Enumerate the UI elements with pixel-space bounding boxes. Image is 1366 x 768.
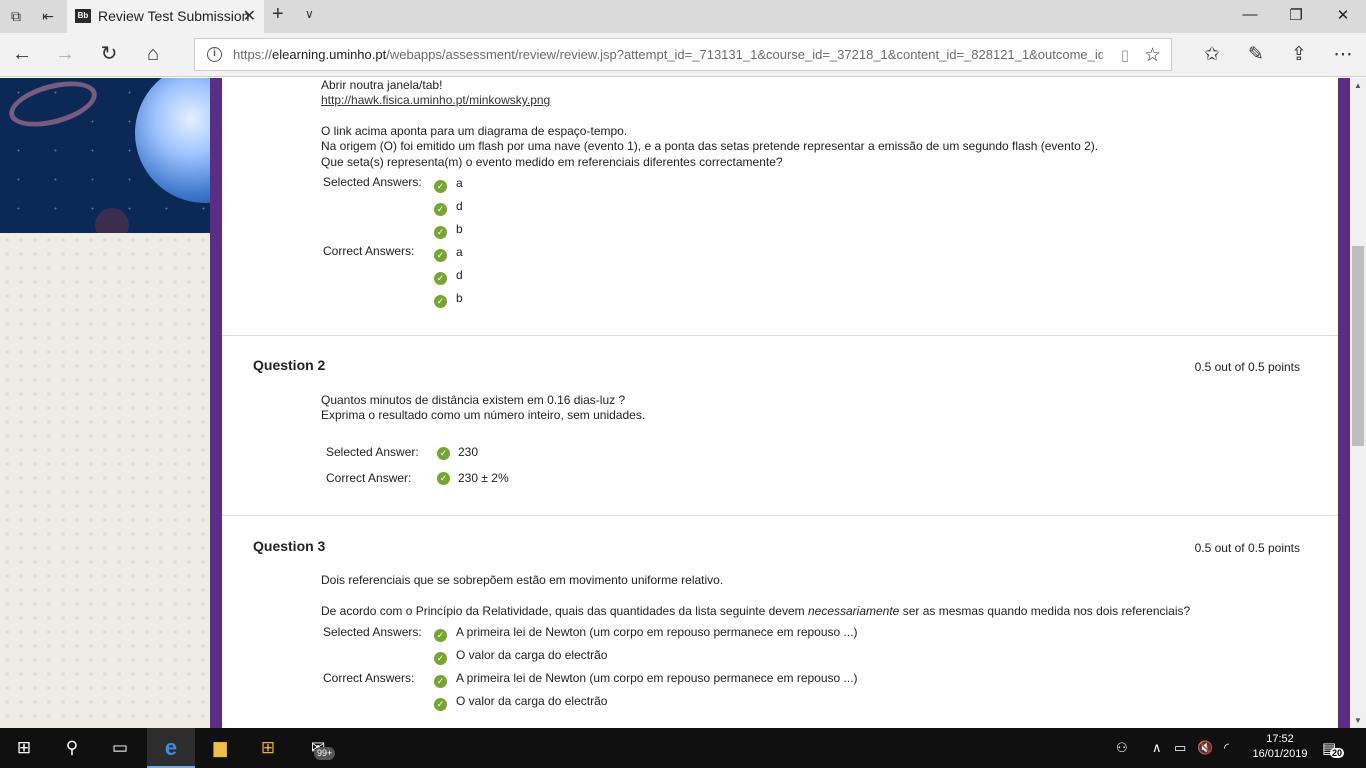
navigation-bar: ← → ↻ ⌂ i https://elearning.uminho.pt/we…	[0, 33, 1366, 77]
check-icon: ✓	[434, 203, 447, 216]
clock-date: 16/01/2019	[1252, 748, 1308, 760]
clock[interactable]: 17:52 16/01/2019	[1250, 732, 1310, 762]
new-tab-icon[interactable]: +	[272, 3, 284, 26]
tab-title: Review Test Submission	[98, 8, 250, 24]
tab-preview-chevron-icon[interactable]: ∨	[305, 7, 314, 21]
favorite-star-icon[interactable]: ☆	[1144, 44, 1161, 67]
close-window-icon[interactable]: ✕	[1333, 6, 1353, 24]
divider	[222, 335, 1338, 336]
q3-selected-answer: O valor da carga do electrão	[456, 648, 608, 662]
q3-selected-label: Selected Answers:	[323, 625, 422, 639]
q3-title: Question 3	[253, 538, 326, 554]
q1-correct-answer: b	[456, 291, 463, 305]
vertical-scrollbar[interactable]: ▲ ▼	[1350, 78, 1366, 728]
q1-selected-label: Selected Answers:	[323, 175, 422, 189]
q3-selected-answer: A primeira lei de Newton (um corpo em re…	[456, 625, 858, 639]
back-icon[interactable]: ←	[10, 43, 34, 67]
store-icon[interactable]: ⊞	[244, 728, 292, 768]
q3-correct-answer: A primeira lei de Newton (um corpo em re…	[456, 671, 858, 685]
check-icon: ✓	[434, 295, 447, 308]
blackboard-favicon-icon: Bb	[75, 9, 91, 23]
q1-text-2: Na origem (O) foi emitido um flash por u…	[321, 139, 1099, 153]
review-content: Abrir noutra janela/tab! http://hawk.fis…	[222, 78, 1338, 728]
forward-icon[interactable]: →	[53, 43, 77, 67]
q1-correct-answer: d	[456, 268, 463, 282]
q1-selected-answer: d	[456, 199, 463, 213]
q1-link[interactable]: http://hawk.fisica.uminho.pt/minkowsky.p…	[321, 93, 550, 108]
people-icon[interactable]: ⚇	[1116, 740, 1128, 756]
check-icon: ✓	[434, 272, 447, 285]
task-view-icon[interactable]: ▭	[96, 728, 144, 768]
check-icon: ✓	[437, 447, 450, 460]
more-icon[interactable]: ⋯	[1331, 43, 1355, 66]
set-aside-tabs-icon[interactable]: ⇤	[38, 6, 58, 26]
q2-text-2: Exprima o resultado como um número intei…	[321, 408, 646, 422]
q3-text-2: De acordo com o Princípio da Relatividad…	[321, 604, 1191, 618]
q3-points: 0.5 out of 0.5 points	[1194, 541, 1300, 555]
notification-count: 20	[1330, 748, 1345, 758]
course-banner	[0, 78, 216, 233]
scroll-thumb[interactable]	[1352, 246, 1364, 446]
q2-correct-label: Correct Answer:	[326, 471, 412, 485]
q2-text-1: Quantos minutos de distância existem em …	[321, 393, 626, 407]
check-icon: ✓	[434, 180, 447, 193]
mail-badge: 99+	[314, 747, 336, 760]
scroll-up-icon[interactable]: ▲	[1354, 81, 1362, 90]
frame-right	[1338, 78, 1350, 728]
q3-correct-label: Correct Answers:	[323, 671, 415, 685]
frame-left	[210, 78, 222, 728]
q2-correct-answer: 230 ± 2%	[458, 471, 509, 485]
restore-icon[interactable]: ❐	[1286, 6, 1306, 24]
show-hidden-icons-icon[interactable]: ∧	[1152, 740, 1162, 756]
volume-muted-icon[interactable]: 🔇	[1197, 740, 1213, 756]
q1-correct-answer: a	[456, 245, 463, 259]
q3-correct-answer: O valor da carga do electrão	[456, 694, 608, 708]
battery-icon[interactable]: ▭	[1174, 740, 1186, 756]
active-tab[interactable]: Bb Review Test Submission ✕	[67, 0, 264, 33]
q3-text-1: Dois referenciais que se sobrepõem estão…	[321, 573, 724, 587]
share-icon[interactable]: ⇪	[1287, 43, 1311, 66]
address-bar[interactable]: i https://elearning.uminho.pt/webapps/as…	[194, 38, 1172, 71]
check-icon: ✓	[434, 629, 447, 642]
q2-points: 0.5 out of 0.5 points	[1194, 360, 1300, 374]
check-icon: ✓	[434, 675, 447, 688]
clock-time: 17:52	[1266, 733, 1294, 745]
edge-browser-icon[interactable]: e	[147, 728, 195, 768]
q1-intro: Abrir noutra janela/tab!	[321, 78, 443, 92]
tab-bar: ⧉ ⇤ Bb Review Test Submission ✕ + ∨ — ❐ …	[0, 0, 1366, 33]
page-viewport: Abrir noutra janela/tab! http://hawk.fis…	[0, 78, 1350, 728]
q2-selected-label: Selected Answer:	[326, 445, 419, 459]
q1-selected-answer: b	[456, 222, 463, 236]
start-windows-icon[interactable]: ⊞	[0, 728, 48, 768]
q2-selected-answer: 230	[458, 445, 479, 459]
refresh-icon[interactable]: ↻	[97, 43, 121, 67]
q1-text-3: Que seta(s) representa(m) o evento medid…	[321, 155, 783, 169]
check-icon: ✓	[434, 249, 447, 262]
divider	[222, 515, 1338, 516]
close-tab-icon[interactable]: ✕	[243, 6, 256, 26]
background-pattern	[0, 233, 210, 728]
q1-correct-label: Correct Answers:	[323, 244, 415, 258]
q2-title: Question 2	[253, 357, 326, 373]
site-info-icon[interactable]: i	[207, 47, 222, 62]
check-icon: ✓	[437, 472, 450, 485]
taskbar: ⊞ ⚲ ▭ e ▆ ⊞ ✉ 99+ ⚇ ∧ ▭ 🔇 ◜ 17:52 16/01/…	[0, 728, 1366, 768]
check-icon: ✓	[434, 226, 447, 239]
minimize-icon[interactable]: —	[1240, 6, 1260, 23]
address-url[interactable]: https://elearning.uminho.pt/webapps/asse…	[233, 47, 1103, 62]
favorites-icon[interactable]: ✩	[1200, 43, 1224, 66]
search-icon[interactable]: ⚲	[48, 728, 96, 768]
scroll-down-icon[interactable]: ▼	[1354, 716, 1362, 725]
check-icon: ✓	[434, 652, 447, 665]
file-explorer-icon[interactable]: ▆	[196, 728, 244, 768]
q1-text-1: O link acima aponta para um diagrama de …	[321, 124, 628, 138]
pen-icon[interactable]: ✎	[1244, 43, 1268, 66]
reading-view-icon[interactable]: ▯	[1121, 46, 1129, 64]
q1-selected-answer: a	[456, 176, 463, 190]
tab-actions-icon[interactable]: ⧉	[6, 6, 26, 26]
wifi-icon[interactable]: ◜	[1224, 740, 1229, 756]
check-icon: ✓	[434, 698, 447, 711]
home-icon[interactable]: ⌂	[141, 43, 165, 67]
